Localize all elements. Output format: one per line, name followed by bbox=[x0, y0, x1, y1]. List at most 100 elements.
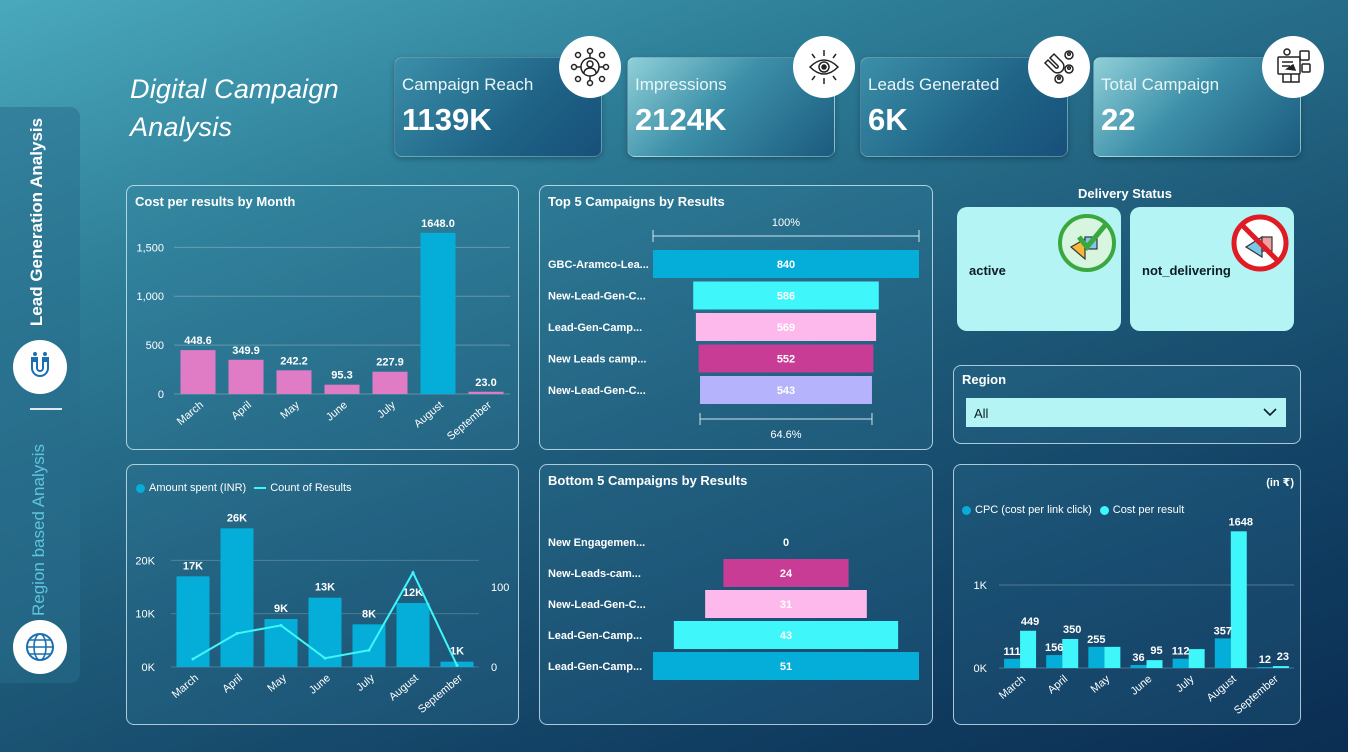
x-tick-label: September bbox=[416, 672, 465, 716]
category-label: Lead-Gen-Camp... bbox=[548, 661, 642, 673]
delivery-card-active[interactable]: active bbox=[957, 207, 1121, 331]
y-right-tick-label: 100 bbox=[491, 582, 509, 594]
category-label: GBC-Aramco-Lea... bbox=[548, 259, 649, 271]
x-tick-label: April bbox=[229, 399, 254, 422]
top5-funnel-chart: 100% 64.6% GBC-Aramco-Lea... 840 New-Lead-Ge… bbox=[548, 217, 920, 441]
bar bbox=[372, 371, 408, 394]
kpi-value: 22 bbox=[1101, 102, 1136, 137]
cpr-bar bbox=[1230, 531, 1247, 668]
cpc-bar bbox=[1172, 658, 1189, 668]
y-left-tick-label: 10K bbox=[135, 609, 155, 621]
nav-lead-generation-label: Lead Generation Analysis bbox=[27, 117, 47, 327]
data-label: 51 bbox=[780, 661, 792, 673]
cpc-data-label: 255 bbox=[1087, 634, 1105, 646]
line-point bbox=[279, 623, 283, 627]
category-label: New Engagemen... bbox=[548, 537, 645, 549]
category-label: New-Lead-Gen-C... bbox=[548, 291, 646, 303]
bar bbox=[396, 603, 430, 667]
marketing-screen-icon bbox=[1262, 36, 1324, 98]
data-label: 586 bbox=[777, 291, 795, 303]
data-label: 24 bbox=[780, 568, 793, 580]
nav-region-analysis[interactable]: Region based Analysis bbox=[24, 440, 54, 620]
category-label: New-Leads-cam... bbox=[548, 568, 641, 580]
x-tick-label: August bbox=[387, 672, 421, 703]
cpc-bar bbox=[1088, 646, 1105, 668]
globe-icon[interactable] bbox=[13, 620, 67, 674]
cpc-data-label: 36 bbox=[1132, 652, 1144, 664]
cpc-bar bbox=[1046, 655, 1063, 668]
eye-network-icon bbox=[793, 36, 855, 98]
bottom5-funnel-chart: New Engagemen... 0 New-Leads-cam... 24 New-L… bbox=[548, 537, 919, 680]
x-tick-label: September bbox=[445, 399, 494, 443]
bar bbox=[420, 232, 456, 394]
bar bbox=[228, 359, 264, 394]
y-tick-label: 0K bbox=[974, 663, 988, 675]
x-tick-label: June bbox=[307, 672, 333, 697]
megaphone-blocked-icon bbox=[1230, 213, 1290, 273]
bottom5-campaigns-panel: Bottom 5 Campaigns by Results New Engage… bbox=[539, 464, 933, 725]
cost-per-result-chart: 0 500 1,000 1,500 448.6 March 349.9 April 242.2 M… bbox=[136, 218, 510, 443]
nav-lead-generation[interactable]: Lead Generation Analysis bbox=[22, 116, 52, 328]
chevron-down-icon bbox=[1263, 408, 1277, 417]
y-tick-label: 1K bbox=[974, 580, 988, 592]
magnet-people-icon bbox=[1028, 36, 1090, 98]
x-tick-label: April bbox=[220, 672, 245, 695]
x-tick-label: August bbox=[412, 399, 446, 430]
cpr-bar bbox=[1062, 638, 1079, 668]
y-left-tick-label: 0K bbox=[142, 662, 156, 674]
cpr-bar bbox=[1188, 649, 1205, 668]
x-tick-label: March bbox=[175, 399, 206, 428]
data-label: 9K bbox=[274, 603, 288, 615]
x-tick-label: May bbox=[265, 672, 289, 695]
cpc-panel: (in ₹) CPC (cost per link click) Cost pe… bbox=[953, 464, 1301, 725]
category-label: Lead-Gen-Camp... bbox=[548, 322, 642, 334]
top-percent-label: 100% bbox=[772, 217, 800, 229]
cpc-data-label: 156 bbox=[1045, 642, 1063, 654]
x-tick-label: August bbox=[1205, 673, 1239, 704]
data-label: 43 bbox=[780, 630, 792, 642]
y-tick-label: 1,500 bbox=[136, 242, 164, 254]
region-dropdown[interactable]: All bbox=[966, 398, 1286, 427]
x-tick-label: June bbox=[324, 399, 350, 424]
cost-per-result-panel: Cost per results by Month 0 500 1,000 1,500… bbox=[126, 185, 519, 450]
bar bbox=[468, 391, 504, 394]
cpr-bar bbox=[1272, 666, 1289, 668]
x-tick-label: July bbox=[375, 399, 398, 421]
line-point bbox=[367, 648, 371, 652]
category-label: New Leads camp... bbox=[548, 354, 646, 366]
category-label: New-Lead-Gen-C... bbox=[548, 599, 646, 611]
cpr-bar bbox=[1104, 646, 1121, 668]
y-right-tick-label: 0 bbox=[491, 662, 497, 674]
bar bbox=[324, 384, 360, 394]
line-point bbox=[323, 656, 327, 660]
cpr-data-label: 95 bbox=[1150, 645, 1162, 657]
line-point bbox=[235, 631, 239, 635]
amount-spent-chart: 0K 10K 20K 0 100 17K March 26K April 9K May 13K June… bbox=[135, 512, 509, 716]
data-label: 840 bbox=[777, 259, 795, 271]
cpr-bar bbox=[1020, 630, 1037, 668]
delivery-not-delivering-label: not_delivering bbox=[1142, 263, 1231, 278]
data-label: 227.9 bbox=[376, 357, 404, 369]
bottom-percent-label: 64.6% bbox=[770, 429, 801, 441]
data-label: 448.6 bbox=[184, 335, 212, 347]
data-label: 95.3 bbox=[331, 370, 352, 382]
x-tick-label: March bbox=[997, 673, 1028, 702]
cpr-data-label: 350 bbox=[1063, 624, 1081, 636]
kpi-value: 6K bbox=[868, 102, 908, 137]
data-label: 0 bbox=[783, 537, 789, 549]
magnet-icon[interactable] bbox=[13, 340, 67, 394]
page-title: Digital Campaign Analysis bbox=[130, 70, 370, 146]
nav-divider bbox=[30, 408, 62, 410]
data-label: 543 bbox=[777, 385, 795, 397]
x-tick-label: May bbox=[278, 399, 302, 422]
y-tick-label: 1,000 bbox=[136, 291, 164, 303]
nav-region-label: Region based Analysis bbox=[29, 443, 49, 617]
category-label: New-Lead-Gen-C... bbox=[548, 385, 646, 397]
x-tick-label: May bbox=[1089, 673, 1113, 696]
y-tick-label: 500 bbox=[146, 340, 164, 352]
x-tick-label: September bbox=[1232, 673, 1281, 717]
data-label: 17K bbox=[183, 560, 203, 572]
delivery-card-not-delivering[interactable]: not_delivering bbox=[1130, 207, 1294, 331]
top5-campaigns-panel: Top 5 Campaigns by Results 100% 64.6% GBC-… bbox=[539, 185, 933, 450]
x-tick-label: June bbox=[1128, 673, 1154, 698]
